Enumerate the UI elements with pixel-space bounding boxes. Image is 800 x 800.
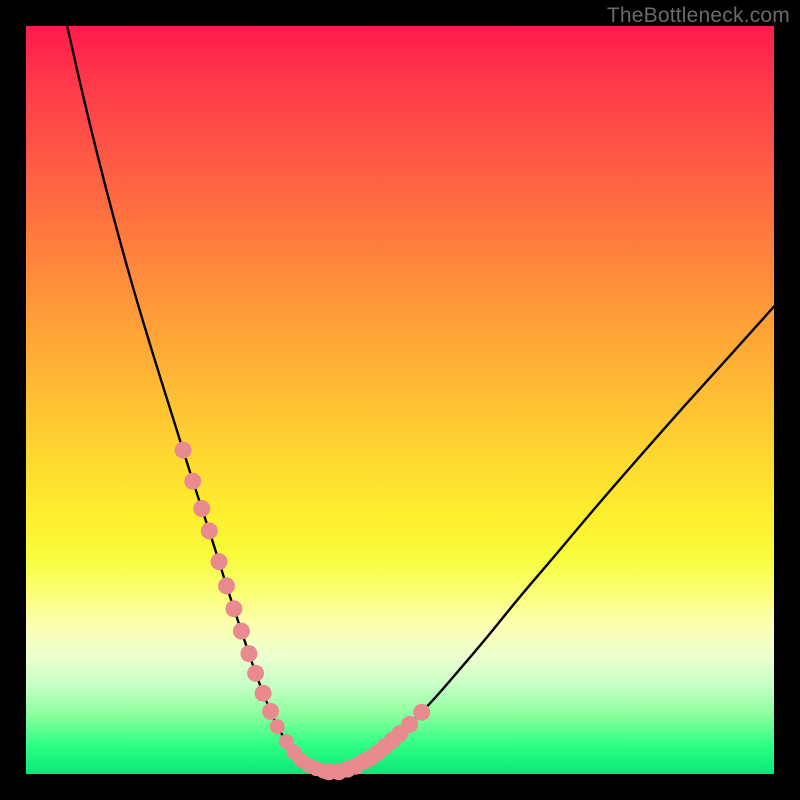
curve-markers-left — [175, 442, 280, 720]
curve-markers-bottom — [270, 719, 331, 779]
curve-marker — [184, 473, 201, 490]
curve-marker — [247, 665, 264, 682]
curve-marker — [255, 685, 272, 702]
curve-marker — [193, 500, 210, 517]
curve-marker — [201, 522, 218, 539]
curve-marker — [233, 623, 250, 640]
curve-markers-right — [320, 704, 430, 781]
curve-marker — [270, 719, 285, 734]
curve-marker — [225, 600, 242, 617]
chart-plot-area — [26, 26, 774, 774]
curve-marker — [211, 553, 228, 570]
bottleneck-curve — [67, 26, 774, 772]
watermark-text: TheBottleneck.com — [607, 4, 790, 28]
curve-marker — [316, 764, 331, 779]
curve-marker — [175, 442, 192, 459]
chart-svg — [26, 26, 774, 774]
curve-marker — [240, 645, 257, 662]
curve-marker — [401, 716, 418, 733]
curve-marker — [218, 577, 235, 594]
curve-marker — [262, 703, 279, 720]
curve-marker — [413, 704, 430, 721]
